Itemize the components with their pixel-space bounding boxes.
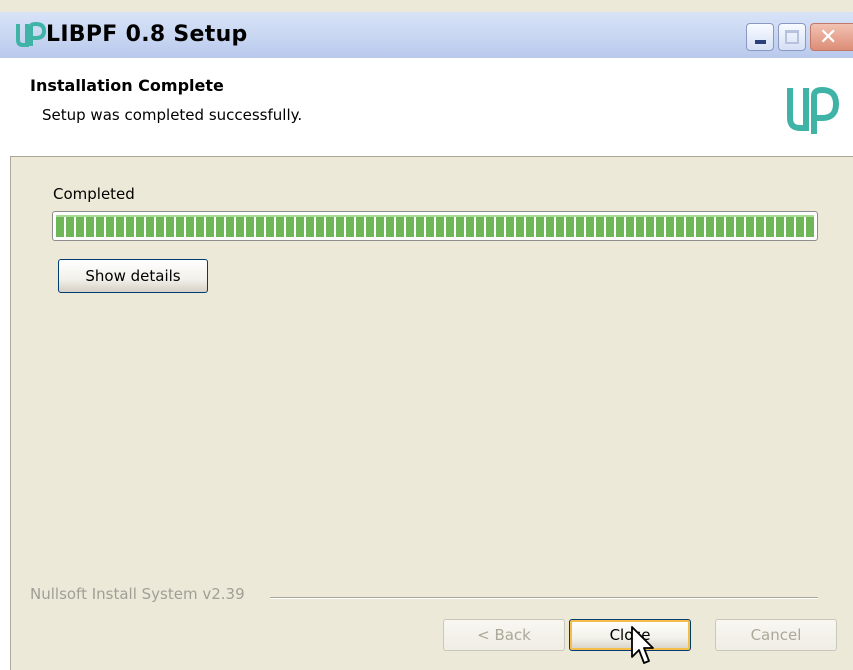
title-bar[interactable]: LIBPF 0.8 Setup ✕ <box>0 12 853 59</box>
page-subtitle: Setup was completed successfully. <box>42 106 303 124</box>
page-title: Installation Complete <box>30 76 224 95</box>
window-left-border <box>0 58 10 670</box>
header-panel: Installation Complete Setup was complete… <box>10 58 853 157</box>
maximize-button <box>778 23 806 51</box>
progress-label: Completed <box>53 185 135 203</box>
nsis-branding: Nullsoft Install System v2.39 <box>30 585 245 603</box>
cancel-button[interactable]: Cancel <box>715 619 837 651</box>
maximize-icon <box>785 30 799 44</box>
close-icon: ✕ <box>819 25 838 50</box>
progress-bar <box>52 211 818 241</box>
progress-fill <box>56 215 814 237</box>
minimize-icon <box>755 40 766 44</box>
window-title: LIBPF 0.8 Setup <box>46 22 248 47</box>
minimize-button[interactable] <box>746 23 774 51</box>
back-button[interactable]: < Back <box>443 619 565 651</box>
show-details-button[interactable]: Show details <box>58 259 208 293</box>
mouse-pointer-icon <box>631 626 654 664</box>
close-window-button[interactable]: ✕ <box>810 23 853 51</box>
installer-window: LIBPF 0.8 Setup ✕ Installation Complete … <box>0 0 853 670</box>
branding-divider <box>270 597 818 599</box>
libpf-logo-icon <box>16 22 46 47</box>
libpf-logo-icon <box>787 86 840 134</box>
